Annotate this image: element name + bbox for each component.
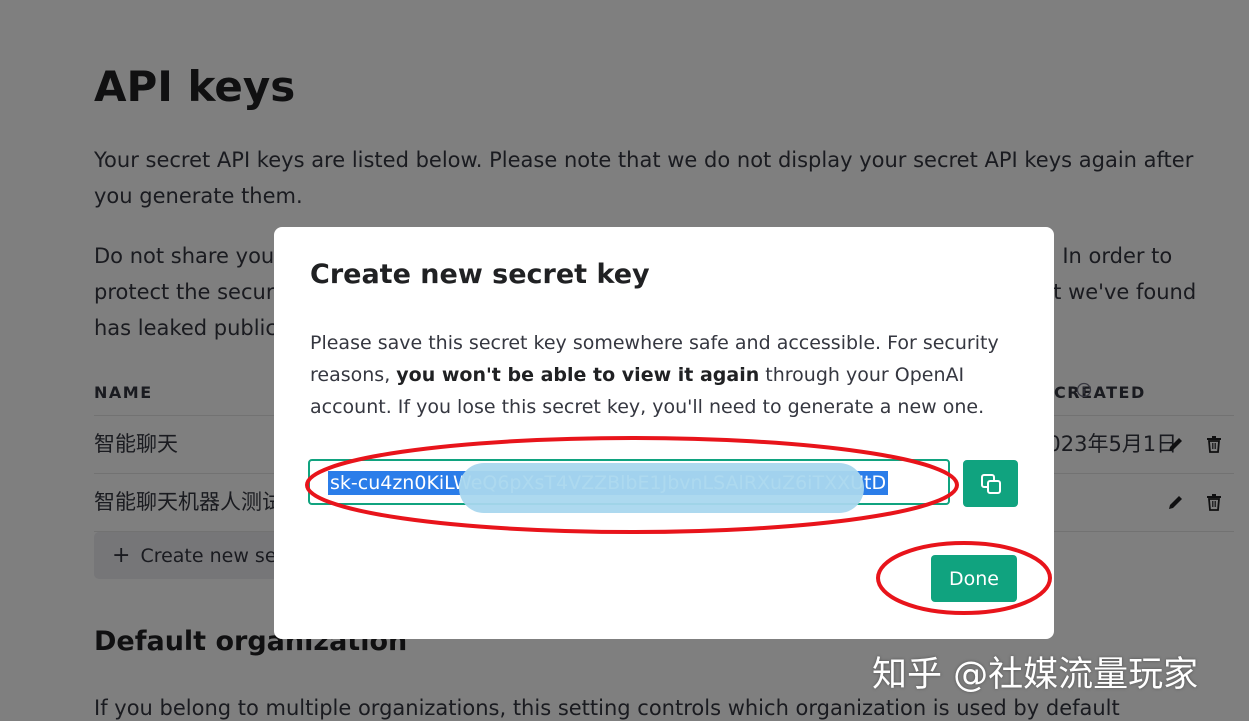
dialog-description: Please save this secret key somewhere sa… bbox=[310, 327, 1030, 423]
dialog-description-emphasis: you won't be able to view it again bbox=[396, 364, 760, 386]
copy-button[interactable] bbox=[963, 460, 1018, 507]
copy-icon bbox=[980, 473, 1001, 494]
done-button[interactable]: Done bbox=[931, 555, 1017, 602]
create-secret-key-dialog: Create new secret key Please save this s… bbox=[274, 227, 1054, 639]
watermark: 知乎 @社媒流量玩家 bbox=[872, 655, 1199, 695]
redaction-blur bbox=[459, 463, 864, 513]
dialog-title: Create new secret key bbox=[310, 259, 650, 290]
